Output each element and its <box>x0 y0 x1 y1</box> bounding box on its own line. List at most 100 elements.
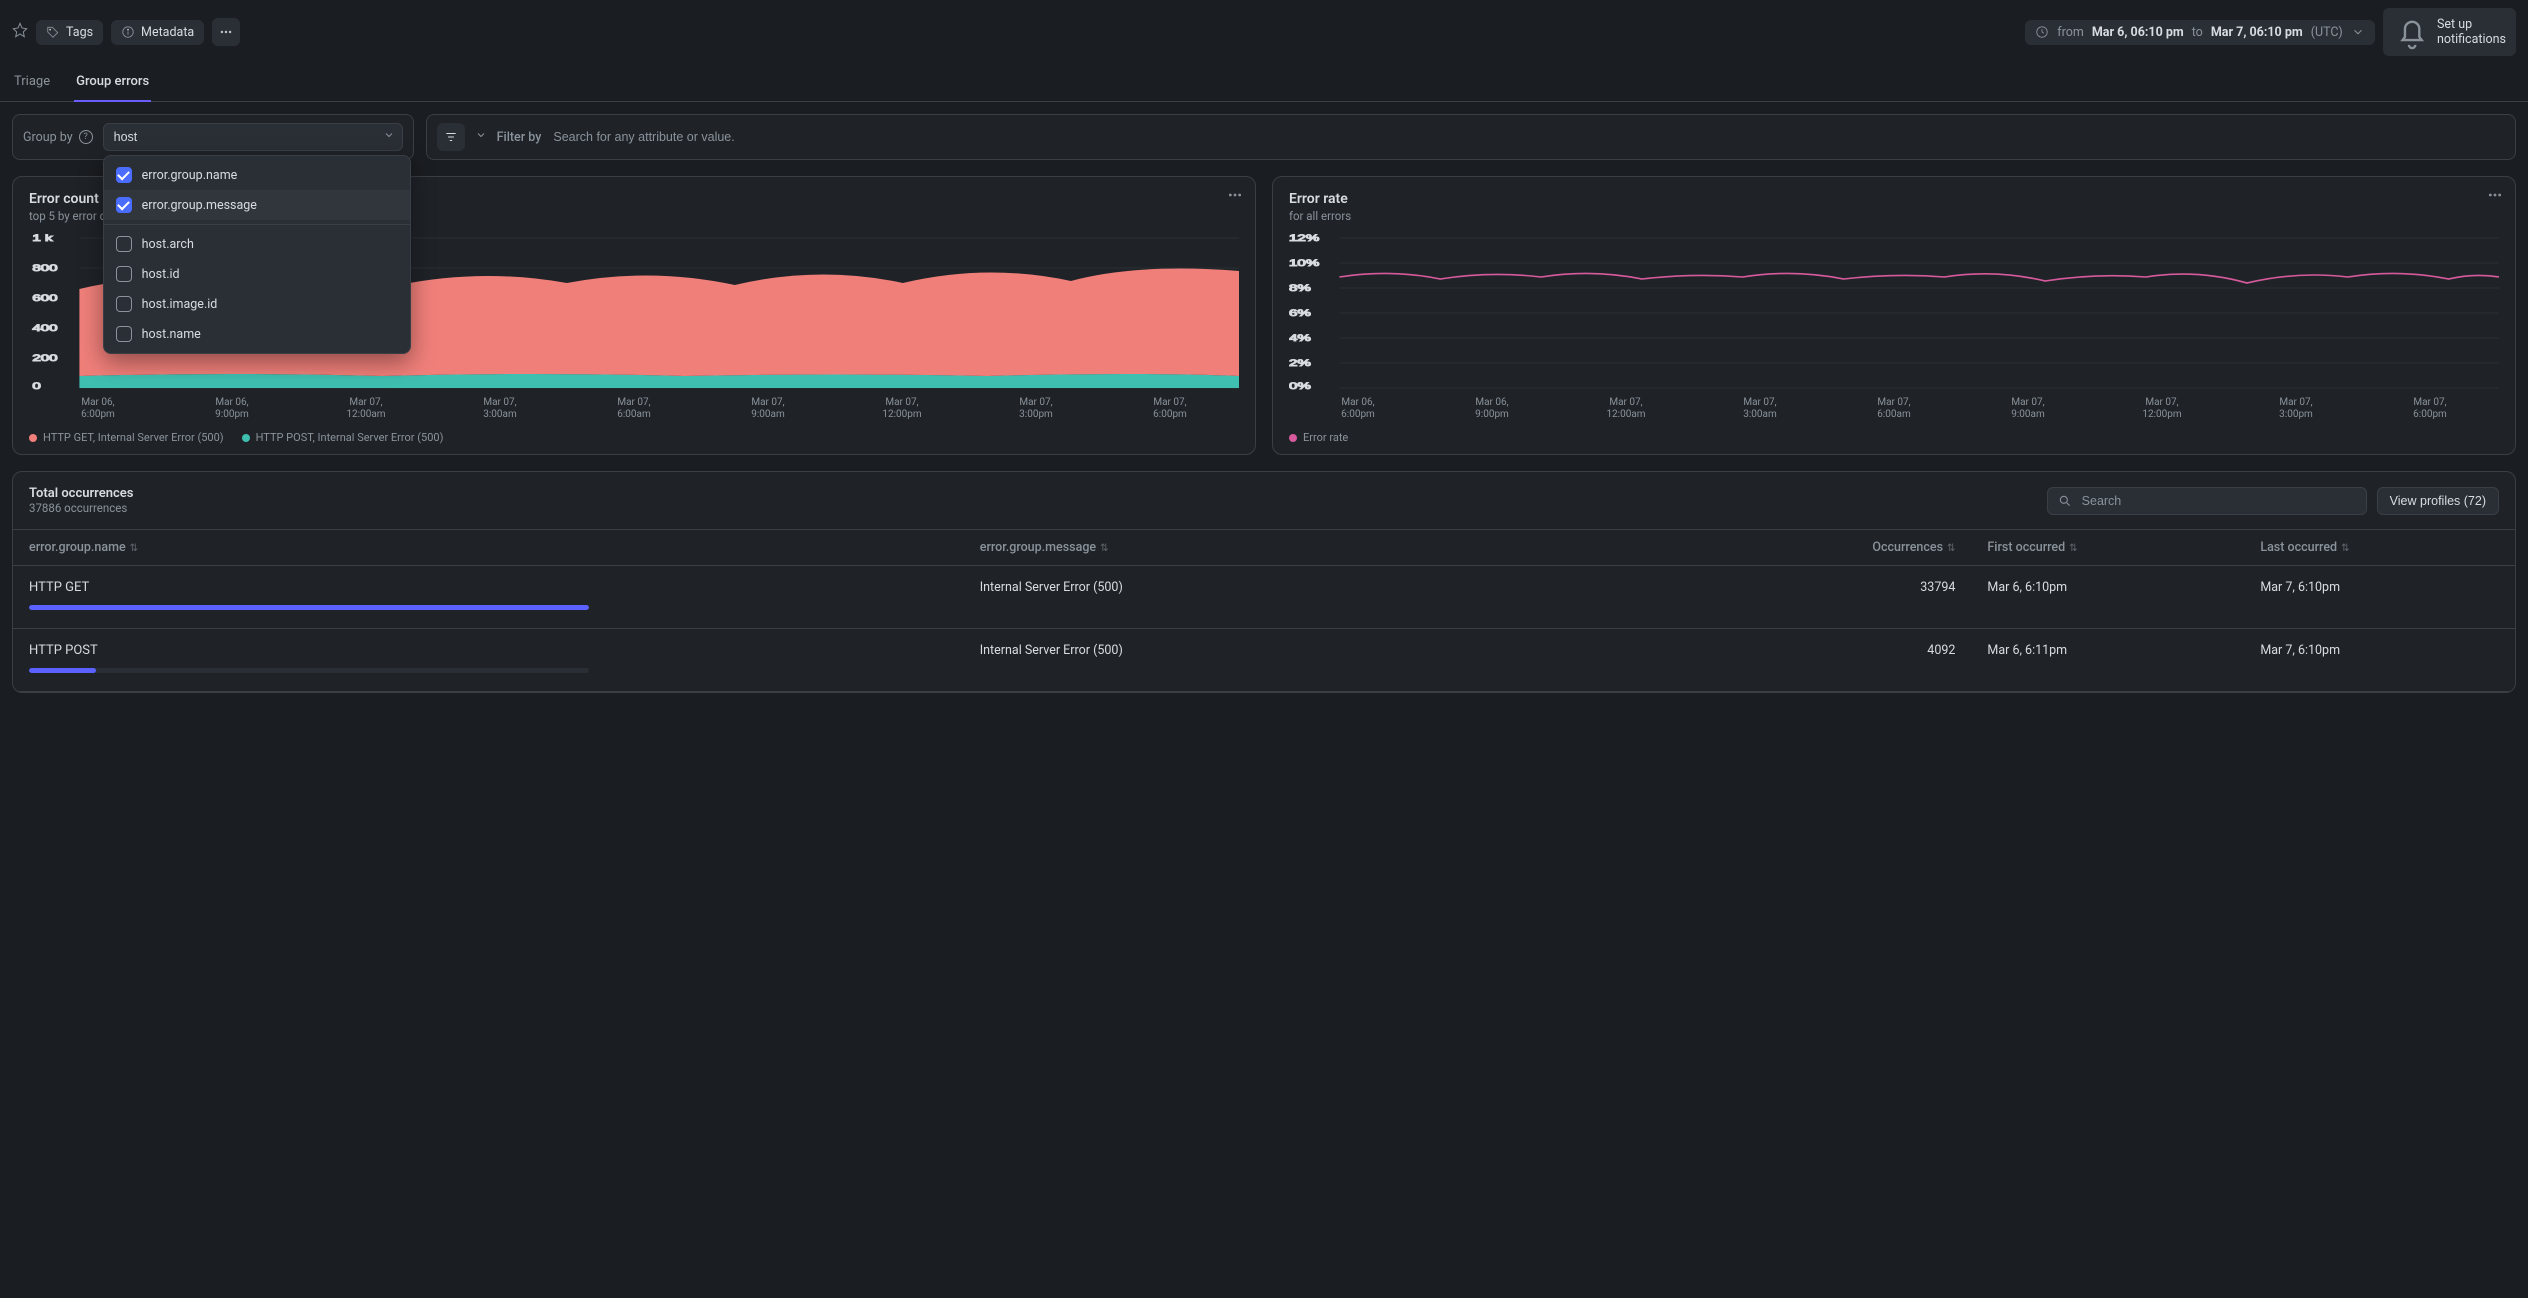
groupby-option-host-name[interactable]: host.name <box>104 319 410 349</box>
dropdown-separator <box>104 224 410 225</box>
row-occurrences: 4092 <box>1714 629 1971 692</box>
x-axis: Mar 06, 6:00pm Mar 06, 9:00pm Mar 07, 12… <box>29 397 1239 421</box>
svg-text:800: 800 <box>32 263 57 273</box>
col-name[interactable]: error.group.name⇅ <box>13 530 964 566</box>
legend-dot-icon <box>242 434 250 442</box>
search-icon <box>2058 494 2072 508</box>
svg-text:600: 600 <box>32 293 57 303</box>
time-end: Mar 7, 06:10 pm <box>2211 25 2303 40</box>
table-search-input[interactable] <box>2080 493 2356 509</box>
table-section: Total occurrences 37886 occurrences View… <box>0 471 2528 717</box>
row-message: Internal Server Error (500) <box>964 566 1715 629</box>
chart-legend: Error rate <box>1289 431 2499 444</box>
col-message[interactable]: error.group.message⇅ <box>964 530 1715 566</box>
tags-button[interactable]: Tags <box>36 20 103 45</box>
time-tz: (UTC) <box>2311 25 2343 40</box>
col-first[interactable]: First occurred⇅ <box>1971 530 2244 566</box>
time-start: Mar 6, 06:10 pm <box>2092 25 2184 40</box>
svg-text:200: 200 <box>32 353 57 363</box>
checkbox-icon <box>116 326 132 342</box>
svg-text:12%: 12% <box>1289 233 1319 243</box>
clock-icon <box>2035 25 2049 39</box>
row-last: Mar 7, 6:10pm <box>2244 566 2515 629</box>
checkbox-icon <box>116 296 132 312</box>
filterby-input[interactable] <box>551 129 2505 145</box>
groupby-option-host-image-id[interactable]: host.image.id <box>104 289 410 319</box>
groupby-option-host-id[interactable]: host.id <box>104 259 410 289</box>
col-last[interactable]: Last occurred⇅ <box>2244 530 2515 566</box>
checkbox-icon <box>116 266 132 282</box>
legend-dot-icon <box>1289 434 1297 442</box>
table-card: Total occurrences 37886 occurrences View… <box>12 471 2516 693</box>
sort-icon: ⇅ <box>1100 543 1108 554</box>
table-row[interactable]: HTTP GET Internal Server Error (500) 337… <box>13 566 2515 629</box>
more-button[interactable] <box>212 18 240 46</box>
svg-text:1 k: 1 k <box>32 233 53 243</box>
errors-table: error.group.name⇅ error.group.message⇅ O… <box>13 529 2515 692</box>
col-occurrences[interactable]: Occurrences⇅ <box>1714 530 1971 566</box>
filter-row: Group by ? error.group.name error.group.… <box>0 102 2528 168</box>
legend-item[interactable]: HTTP POST, Internal Server Error (500) <box>242 431 444 444</box>
table-subtitle: 37886 occurrences <box>29 501 133 515</box>
chart-menu-button[interactable] <box>1227 187 1243 207</box>
filter-icon[interactable] <box>437 123 465 151</box>
sort-icon: ⇅ <box>2069 543 2077 554</box>
groupby-option-error-group-message[interactable]: error.group.message <box>104 190 410 220</box>
groupby-option-host-arch[interactable]: host.arch <box>104 229 410 259</box>
groupby-input[interactable] <box>103 123 403 151</box>
view-profiles-button[interactable]: View profiles (72) <box>2377 487 2499 515</box>
legend-item[interactable]: Error rate <box>1289 431 1348 444</box>
chart-subtitle: for all errors <box>1289 209 2499 223</box>
legend-label: HTTP GET, Internal Server Error (500) <box>43 431 224 444</box>
groupby-option-label: host.image.id <box>142 297 218 312</box>
notifications-button[interactable]: Set up notifications <box>2383 8 2516 56</box>
table-row[interactable]: HTTP POST Internal Server Error (500) 40… <box>13 629 2515 692</box>
table-title: Total occurrences <box>29 486 133 501</box>
row-bar <box>29 668 589 673</box>
checkbox-checked-icon <box>116 167 132 183</box>
tab-group-errors[interactable]: Group errors <box>74 64 151 101</box>
tags-label: Tags <box>66 25 93 40</box>
legend-dot-icon <box>29 434 37 442</box>
checkbox-icon <box>116 236 132 252</box>
tab-triage[interactable]: Triage <box>12 64 52 101</box>
row-first: Mar 6, 6:11pm <box>1971 629 2244 692</box>
groupby-option-label: error.group.name <box>142 168 238 183</box>
top-toolbar: Tags Metadata from Mar 6, 06:10 pm to Ma… <box>0 0 2528 64</box>
legend-item[interactable]: HTTP GET, Internal Server Error (500) <box>29 431 224 444</box>
more-icon <box>219 25 233 39</box>
time-prefix: from <box>2057 25 2084 40</box>
chart-error-rate: Error rate for all errors 12% 10% 8% 6% … <box>1272 176 2516 455</box>
groupby-option-label: host.name <box>142 327 201 342</box>
metadata-label: Metadata <box>141 25 194 40</box>
chevron-down-icon[interactable] <box>475 129 487 145</box>
groupby-option-label: host.id <box>142 267 180 282</box>
svg-text:400: 400 <box>32 323 57 333</box>
legend-label: Error rate <box>1303 431 1348 444</box>
line-chart[interactable]: 12% 10% 8% 6% 4% 2% 0% <box>1289 233 2499 393</box>
svg-text:6%: 6% <box>1289 308 1311 318</box>
svg-text:8%: 8% <box>1289 283 1311 293</box>
sort-icon: ⇅ <box>1947 543 1955 554</box>
info-icon <box>121 25 135 39</box>
chart-title: Error rate <box>1289 191 2499 207</box>
time-middle: to <box>2192 25 2203 40</box>
notifications-label: Set up notifications <box>2437 17 2506 47</box>
help-icon[interactable]: ? <box>79 130 93 144</box>
groupby-option-label: error.group.message <box>142 198 257 213</box>
groupby-option-label: host.arch <box>142 237 194 252</box>
chevron-down-icon <box>2351 25 2365 39</box>
chart-legend: HTTP GET, Internal Server Error (500) HT… <box>29 431 1239 444</box>
table-search[interactable] <box>2047 487 2367 515</box>
time-range-picker[interactable]: from Mar 6, 06:10 pm to Mar 7, 06:10 pm … <box>2025 20 2374 45</box>
star-icon[interactable] <box>12 22 28 42</box>
legend-label: HTTP POST, Internal Server Error (500) <box>256 431 444 444</box>
groupby-option-error-group-name[interactable]: error.group.name <box>104 160 410 190</box>
table-header: Total occurrences 37886 occurrences View… <box>13 472 2515 529</box>
metadata-button[interactable]: Metadata <box>111 20 204 45</box>
groupby-label: Group by ? <box>23 130 93 145</box>
row-name: HTTP POST <box>29 643 948 658</box>
chart-menu-button[interactable] <box>2487 187 2503 207</box>
x-axis: Mar 06, 6:00pm Mar 06, 9:00pm Mar 07, 12… <box>1289 397 2499 421</box>
row-bar <box>29 605 589 610</box>
